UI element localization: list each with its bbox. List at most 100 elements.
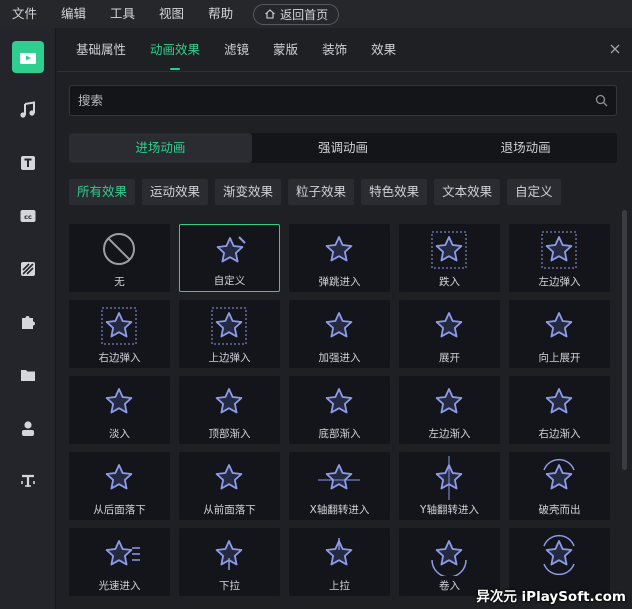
animation-item[interactable]: 从前面落下 [179, 452, 280, 520]
star-right-fade-icon [545, 388, 573, 414]
home-icon [265, 9, 275, 19]
text-to-speech-icon [21, 474, 35, 487]
star-fade-icon [105, 388, 133, 414]
animation-item[interactable]: 跌入 [399, 224, 500, 292]
sidebar-tts-button[interactable] [12, 465, 44, 497]
puzzle-icon [22, 316, 35, 329]
animation-item-label: 左边渐入 [428, 428, 471, 440]
star-top-fade-icon [215, 388, 243, 414]
animation-item[interactable]: 无 [69, 224, 170, 292]
animation-item[interactable]: 左边弹入 [509, 224, 610, 292]
person-icon [22, 421, 34, 436]
animation-item[interactable]: 自定义 [179, 224, 280, 292]
animation-item[interactable]: 左边渐入 [399, 376, 500, 444]
search-icon[interactable] [595, 94, 608, 107]
animation-item-label: 右边渐入 [538, 428, 581, 440]
sidebar-folder-button[interactable] [12, 359, 44, 391]
animation-grid: 无 自定义 弹跳进入 跌入 左边弹入右边弹入 上边弹入 加强进入 展开 向上展开淡入 顶部渐入 底部… [69, 224, 614, 609]
watermark: 异次元 iPlaySoft.com [476, 589, 626, 605]
close-icon[interactable] [608, 42, 622, 56]
animation-item[interactable]: 下拉 [179, 528, 280, 596]
search-input[interactable] [78, 93, 595, 108]
segment-exit[interactable]: 退场动画 [434, 133, 617, 163]
animation-item[interactable]: X轴翻转进入 [289, 452, 390, 520]
sidebar-avatar-button[interactable] [12, 412, 44, 444]
search-box [69, 85, 617, 116]
tab-mask[interactable]: 蒙版 [261, 28, 310, 72]
return-home-button[interactable]: 返回首页 [253, 3, 340, 25]
sidebar-filter-button[interactable] [12, 253, 44, 285]
sidebar-music-button[interactable] [12, 94, 44, 126]
star-pull-down-icon [215, 540, 243, 570]
tab-basic-properties[interactable]: 基础属性 [57, 28, 138, 72]
filter-particle[interactable]: 粒子效果 [288, 179, 355, 205]
segment-emphasis[interactable]: 强调动画 [252, 133, 435, 163]
svg-text:cc: cc [24, 213, 32, 221]
menu-file[interactable]: 文件 [0, 0, 49, 28]
animation-item-label: 破壳而出 [538, 504, 581, 516]
animation-item-label: 上边弹入 [208, 352, 251, 364]
animation-item-label: 光速进入 [98, 580, 141, 592]
text-icon [21, 156, 35, 170]
filter-custom[interactable]: 自定义 [507, 179, 561, 205]
sidebar: cc [0, 28, 56, 609]
animation-item[interactable]: 上拉 [289, 528, 390, 596]
star-bottom-fade-icon [325, 388, 353, 414]
animation-item-label: 下拉 [219, 580, 240, 592]
animation-item[interactable]: 加强进入 [289, 300, 390, 368]
star-fall-front-icon [215, 464, 243, 490]
sidebar-elements-button[interactable] [12, 306, 44, 338]
scrollbar[interactable] [622, 210, 627, 470]
animation-item[interactable]: 破壳而出 [509, 452, 610, 520]
animation-item[interactable]: 上边弹入 [179, 300, 280, 368]
star-edit-icon [216, 236, 246, 263]
animation-item[interactable]: 淡入 [69, 376, 170, 444]
filter-text[interactable]: 文本效果 [434, 179, 501, 205]
star-flip-x-icon [318, 464, 360, 490]
animation-item-label: 弹跳进入 [318, 276, 361, 288]
animation-item[interactable]: 右边弹入 [69, 300, 170, 368]
music-icon [20, 101, 35, 118]
animation-item[interactable]: 顶部渐入 [179, 376, 280, 444]
menu-tools[interactable]: 工具 [98, 0, 147, 28]
sidebar-media-button[interactable] [12, 41, 44, 73]
menu-view[interactable]: 视图 [147, 0, 196, 28]
star-left-bounce-icon [541, 231, 577, 269]
star-right-bounce-icon [101, 307, 137, 345]
animation-item-label: 右边弹入 [98, 352, 141, 364]
none-icon [103, 233, 135, 265]
star-expand-icon [435, 312, 463, 338]
filter-motion[interactable]: 运动效果 [142, 179, 209, 205]
animation-item[interactable]: 光速进入 [69, 528, 170, 596]
animation-item[interactable]: 底部渐入 [289, 376, 390, 444]
animation-item[interactable]: 右边渐入 [509, 376, 610, 444]
animation-item-label: 向上展开 [538, 352, 581, 364]
tab-effects[interactable]: 效果 [359, 28, 408, 72]
tab-decoration[interactable]: 装饰 [310, 28, 359, 72]
animation-item[interactable]: 展开 [399, 300, 500, 368]
folder-icon [21, 370, 35, 381]
star-speed-icon [105, 540, 140, 566]
filter-special[interactable]: 特色效果 [361, 179, 428, 205]
segment-entrance[interactable]: 进场动画 [69, 133, 252, 163]
properties-panel: 基础属性 动画效果 滤镜 蒙版 装饰 效果 进场动画 强调动画 退场动画 所有效… [57, 28, 632, 609]
star-drop-icon [431, 231, 467, 269]
sidebar-caption-button[interactable]: cc [12, 200, 44, 232]
sidebar-text-button[interactable] [12, 147, 44, 179]
menu-help[interactable]: 帮助 [196, 0, 245, 28]
animation-item[interactable]: 从后面落下 [69, 452, 170, 520]
filter-all[interactable]: 所有效果 [69, 179, 136, 205]
animation-item-label: Y轴翻转进入 [420, 504, 479, 516]
animation-item-label: 自定义 [213, 275, 246, 287]
menu-edit[interactable]: 编辑 [49, 0, 98, 28]
star-bounce-icon [325, 236, 353, 262]
animation-item[interactable]: 弹跳进入 [289, 224, 390, 292]
animation-item-label: 加强进入 [318, 352, 361, 364]
animation-item[interactable]: Y轴翻转进入 [399, 452, 500, 520]
filter-gradient[interactable]: 渐变效果 [215, 179, 282, 205]
star-pull-up-icon [325, 538, 353, 566]
animation-item[interactable]: 向上展开 [509, 300, 610, 368]
tab-animation[interactable]: 动画效果 [138, 28, 212, 72]
star-expand-up-icon [545, 312, 573, 338]
tab-filter[interactable]: 滤镜 [212, 28, 261, 72]
